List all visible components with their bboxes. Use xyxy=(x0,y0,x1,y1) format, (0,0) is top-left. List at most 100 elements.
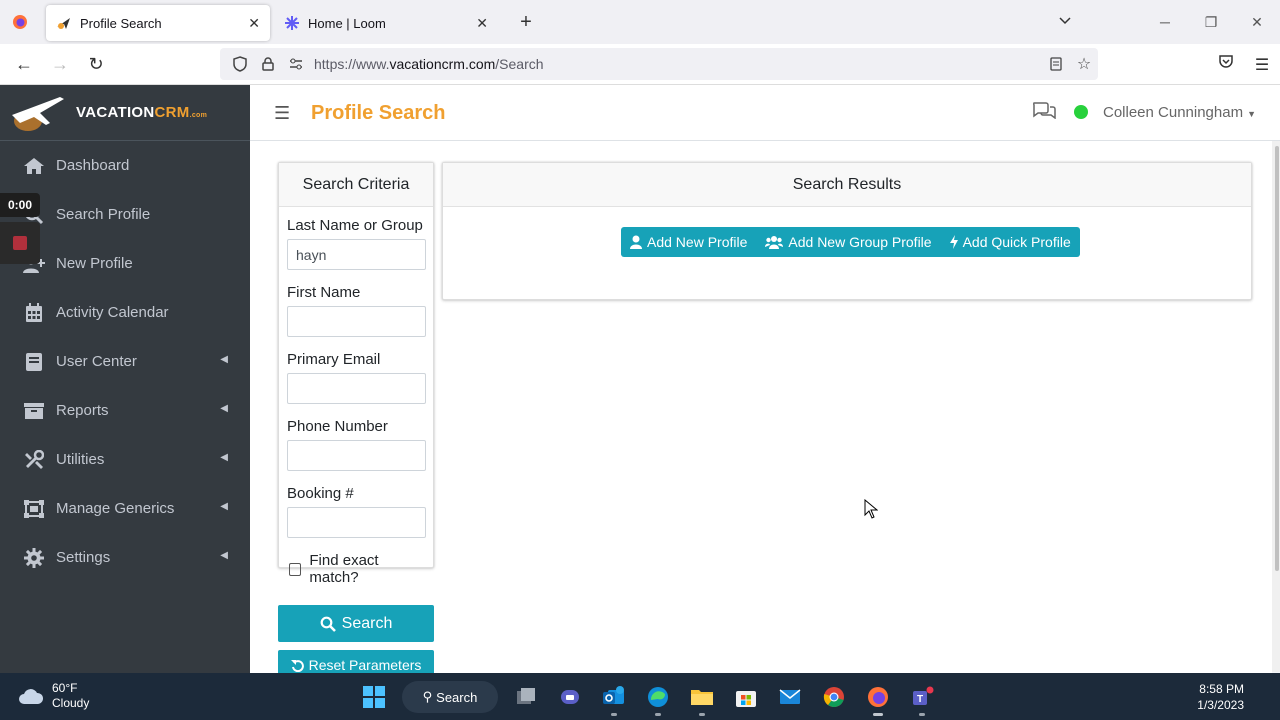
reader-view-icon[interactable] xyxy=(1042,57,1070,71)
pocket-icon[interactable] xyxy=(1208,55,1244,74)
outlook-icon[interactable] xyxy=(592,677,636,717)
running-indicator xyxy=(699,713,705,716)
chevron-left-icon: ◀ xyxy=(220,501,228,512)
tab-loom[interactable]: Home | Loom ✕ xyxy=(274,5,498,41)
tracking-protection-shield-icon[interactable] xyxy=(226,56,254,72)
tools-icon xyxy=(22,449,46,471)
firefox-taskbar-icon[interactable] xyxy=(856,677,900,717)
mail-icon[interactable] xyxy=(768,677,812,717)
url-bar[interactable]: https://www.vacationcrm.com/Search ☆ xyxy=(220,48,1098,80)
restore-window-icon[interactable]: ❐ xyxy=(1188,14,1234,31)
teams-chat-icon[interactable] xyxy=(548,677,592,717)
teams-icon[interactable]: T xyxy=(900,677,944,717)
weather-widget[interactable]: 60°F Cloudy xyxy=(18,681,89,711)
chevron-left-icon: ◀ xyxy=(220,452,228,463)
search-criteria-card: Search Criteria Last Name or Group First… xyxy=(278,162,434,586)
app-header: ☰ Profile Search Colleen Cunningham ▼ xyxy=(250,85,1280,141)
page-title: Profile Search xyxy=(311,102,446,124)
url-text[interactable]: https://www.vacationcrm.com/Search xyxy=(314,56,1042,72)
permissions-icon[interactable] xyxy=(282,58,310,70)
taskbar-search-button[interactable]: ⚲ Search xyxy=(402,681,498,713)
scrollbar-thumb[interactable] xyxy=(1275,146,1279,571)
task-view-icon[interactable] xyxy=(504,677,548,717)
taskbar-clock[interactable]: 8:58 PM 1/3/2023 xyxy=(1197,681,1244,713)
bookmark-star-icon[interactable]: ☆ xyxy=(1070,54,1098,74)
sidebar-item-settings[interactable]: Settings ◀ xyxy=(0,533,250,582)
user-menu[interactable]: Colleen Cunningham ▼ xyxy=(1103,104,1256,121)
last-name-label: Last Name or Group xyxy=(287,217,423,234)
microsoft-store-icon[interactable] xyxy=(724,677,768,717)
edge-icon[interactable] xyxy=(636,677,680,717)
primary-email-input[interactable] xyxy=(287,373,426,404)
undo-icon xyxy=(290,659,304,672)
close-tab-icon[interactable]: ✕ xyxy=(248,15,260,32)
list-all-tabs-icon[interactable] xyxy=(1042,14,1088,31)
new-tab-button[interactable]: + xyxy=(510,11,542,34)
forward-icon[interactable]: → xyxy=(42,54,78,75)
svg-text:T: T xyxy=(917,694,923,705)
start-windows-icon[interactable] xyxy=(352,677,396,717)
sidebar-item-label: Manage Generics xyxy=(56,500,175,517)
user-name: Colleen Cunningham xyxy=(1102,103,1244,121)
airplane-logo-icon xyxy=(12,96,64,131)
sidebar-item-label: Utilities xyxy=(56,451,105,468)
sidebar-item-manage-generics[interactable]: Manage Generics ◀ xyxy=(0,484,250,533)
page-scrollbar[interactable] xyxy=(1272,141,1280,672)
sidebar-item-label: Reports xyxy=(56,402,109,419)
back-icon[interactable]: ← xyxy=(6,54,42,75)
running-indicator xyxy=(611,713,617,716)
main-content: Search Criteria Last Name or Group First… xyxy=(250,141,1272,680)
file-explorer-icon[interactable] xyxy=(680,677,724,717)
menu-toggle-icon[interactable]: ☰ xyxy=(274,103,290,124)
chrome-icon[interactable] xyxy=(812,677,856,717)
add-quick-profile-button[interactable]: Add Quick Profile xyxy=(940,227,1080,257)
brand-logo[interactable]: VACATIONCRM.com xyxy=(0,85,250,141)
chat-icon[interactable] xyxy=(1032,101,1056,123)
weather-temperature: 60°F xyxy=(52,681,78,695)
close-tab-icon[interactable]: ✕ xyxy=(476,15,488,32)
sidebar-item-user-center[interactable]: User Center ◀ xyxy=(0,337,250,386)
sidebar-item-label: User Center xyxy=(56,353,137,370)
tab-title: Home | Loom xyxy=(308,15,386,31)
phone-number-input[interactable] xyxy=(287,440,426,471)
first-name-input[interactable] xyxy=(287,306,426,337)
clock-time: 8:58 PM xyxy=(1199,682,1244,696)
booking-number-input[interactable] xyxy=(287,507,426,538)
calendar-icon xyxy=(22,302,46,324)
sidebar-item-label: New Profile xyxy=(56,255,133,272)
search-results-title: Search Results xyxy=(443,163,1251,207)
vacationcrm-favicon-icon xyxy=(56,15,72,31)
minimize-window-icon[interactable]: ─ xyxy=(1142,14,1188,30)
phone-number-label: Phone Number xyxy=(287,418,388,435)
clock-date: 1/3/2023 xyxy=(1197,698,1244,712)
sidebar-item-label: Search Profile xyxy=(56,206,151,223)
add-new-profile-button[interactable]: Add New Profile xyxy=(621,227,757,257)
lock-icon[interactable] xyxy=(254,57,282,71)
sidebar-item-utilities[interactable]: Utilities ◀ xyxy=(0,435,250,484)
booking-number-label: Booking # xyxy=(287,485,354,502)
add-new-group-profile-label: Add New Group Profile xyxy=(788,234,932,250)
loom-recording-timer[interactable]: 0:00 xyxy=(0,193,40,217)
sidebar-item-label: Dashboard xyxy=(56,157,130,174)
brand-suffix: .com xyxy=(189,112,208,119)
sidebar-item-label: Activity Calendar xyxy=(56,304,169,321)
add-new-group-profile-button[interactable]: Add New Group Profile xyxy=(756,227,941,257)
reset-parameters-label: Reset Parameters xyxy=(308,657,422,673)
sidebar-item-activity-calendar[interactable]: Activity Calendar xyxy=(0,288,250,337)
close-window-icon[interactable]: ✕ xyxy=(1234,14,1280,31)
chevron-left-icon: ◀ xyxy=(220,550,228,561)
last-name-input[interactable] xyxy=(287,239,426,270)
exact-match-checkbox[interactable] xyxy=(289,562,302,576)
tab-profile-search[interactable]: Profile Search ✕ xyxy=(46,5,270,41)
app-menu-icon[interactable]: ☰ xyxy=(1244,55,1280,75)
firefox-menu-icon[interactable] xyxy=(0,14,40,30)
sidebar-item-reports[interactable]: Reports ◀ xyxy=(0,386,250,435)
search-criteria-title: Search Criteria xyxy=(279,163,433,207)
url-prefix: https://www. xyxy=(314,56,390,72)
brand-name: VACATIONCRM.com xyxy=(76,104,207,121)
loom-stop-button[interactable] xyxy=(0,222,40,264)
search-button[interactable]: Search xyxy=(278,605,434,642)
reload-icon[interactable]: ↻ xyxy=(78,54,114,75)
sidebar-item-dashboard[interactable]: Dashboard xyxy=(0,141,250,190)
user-icon xyxy=(630,235,642,249)
